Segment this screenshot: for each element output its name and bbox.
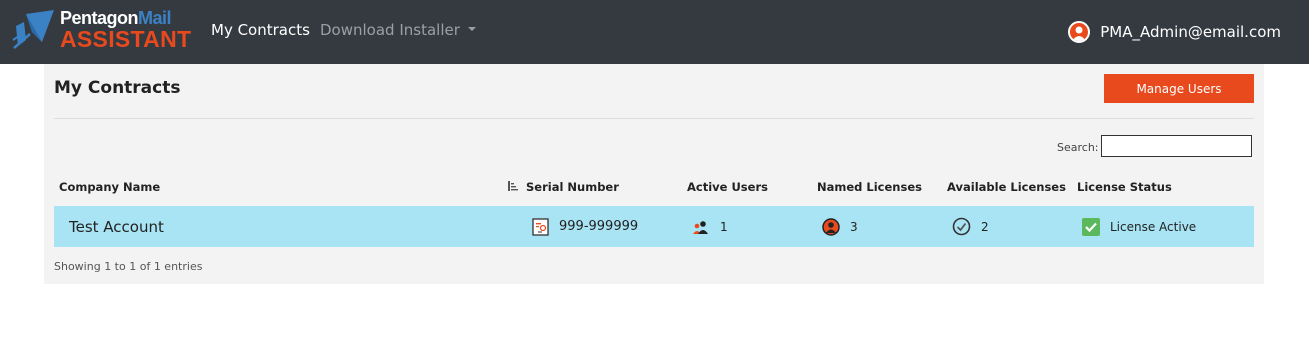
column-header-company-name[interactable]: Company Name [59, 180, 160, 194]
column-header-serial-number[interactable]: Serial Number [526, 180, 619, 194]
table-row[interactable]: Test Account 999-999999 1 3 2 License Ac… [54, 206, 1254, 247]
check-circle-icon [952, 217, 971, 236]
license-status-cell: License Active [1082, 206, 1196, 247]
table-info: Showing 1 to 1 of 1 entries [54, 260, 203, 273]
brand-subtitle: ASSISTANT [60, 26, 192, 52]
active-users-cell: 1 [692, 206, 728, 247]
envelope-logo-icon [12, 10, 54, 49]
named-licenses-cell: 3 [822, 206, 858, 247]
column-header-license-status[interactable]: License Status [1077, 180, 1172, 194]
caret-down-icon [467, 26, 476, 31]
top-navbar: PentagonMail ASSISTANT My Contracts Down… [0, 0, 1309, 64]
nav-download-installer-label: Download Installer [320, 21, 460, 39]
serial-number-cell: 999-999999 [532, 206, 638, 247]
nav-my-contracts[interactable]: My Contracts [211, 21, 310, 39]
user-email: PMA_Admin@email.com [1100, 23, 1281, 41]
users-icon [693, 220, 708, 234]
brand-logo[interactable]: PentagonMail ASSISTANT [12, 8, 191, 54]
column-header-active-users[interactable]: Active Users [687, 180, 768, 194]
page-title: My Contracts [54, 78, 181, 98]
column-header-named-licenses[interactable]: Named Licenses [817, 180, 922, 194]
checkbox-checked-icon [1082, 217, 1100, 236]
nav-download-installer[interactable]: Download Installer [320, 21, 476, 39]
manage-users-button[interactable]: Manage Users [1104, 74, 1254, 103]
column-header-available-licenses[interactable]: Available Licenses [947, 180, 1066, 194]
certificate-icon [532, 217, 549, 236]
sort-icon[interactable] [508, 181, 518, 191]
user-menu[interactable]: PMA_Admin@email.com [1068, 19, 1281, 45]
available-licenses-value: 2 [981, 219, 989, 234]
serial-number-value: 999-999999 [559, 219, 639, 234]
company-name-cell[interactable]: Test Account [69, 206, 164, 247]
divider [54, 118, 1254, 119]
active-users-value: 1 [720, 219, 728, 234]
contracts-panel: My Contracts Manage Users Search: Compan… [44, 64, 1264, 284]
user-circle-icon [822, 217, 840, 236]
named-licenses-value: 3 [850, 219, 858, 234]
user-avatar-icon [1068, 21, 1091, 43]
search-label: Search: [1057, 141, 1099, 154]
search-input[interactable] [1101, 135, 1252, 157]
available-licenses-cell: 2 [952, 206, 989, 247]
license-status-value: License Active [1110, 219, 1197, 234]
